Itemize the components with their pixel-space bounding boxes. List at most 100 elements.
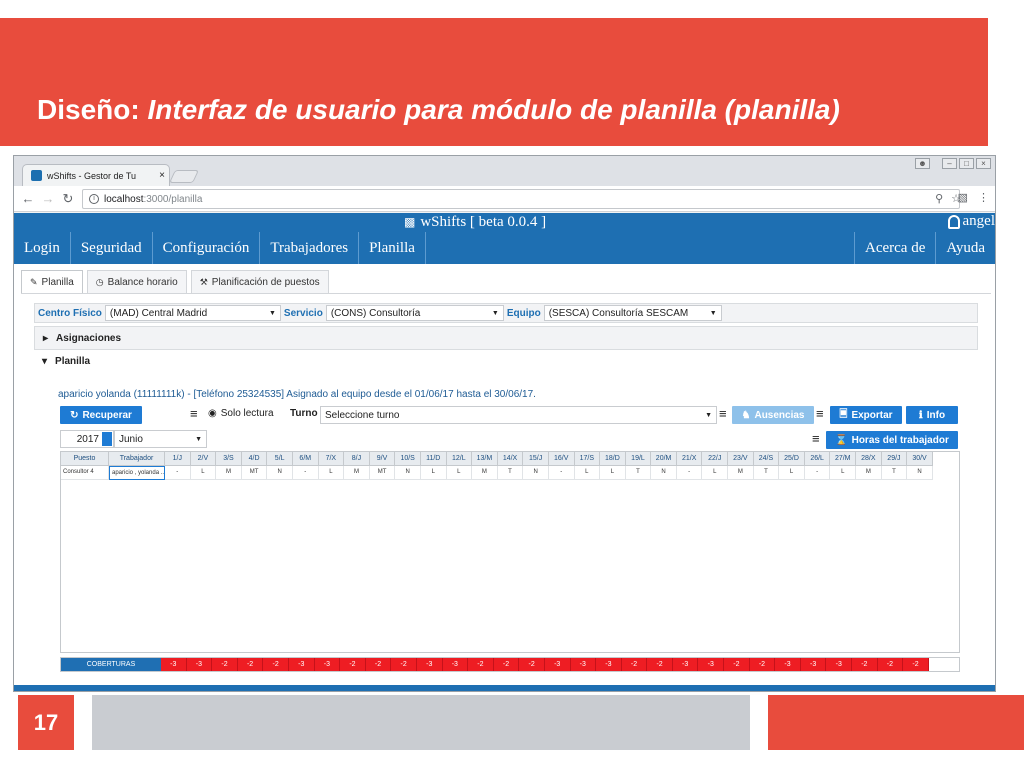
new-tab-button[interactable] — [168, 170, 200, 183]
header-day[interactable]: 1/J — [165, 452, 191, 466]
shift-cell[interactable]: N — [395, 466, 421, 480]
equipo-select[interactable]: (SESCA) Consultoría SESCAM ▼ — [543, 305, 722, 321]
header-day[interactable]: 6/M — [293, 452, 319, 466]
menu-login[interactable]: Login — [14, 232, 71, 264]
header-day[interactable]: 5/L — [267, 452, 293, 466]
back-arrow-icon[interactable]: ← — [20, 191, 36, 207]
shift-cell[interactable]: T — [498, 466, 524, 480]
header-day[interactable]: 9/V — [370, 452, 396, 466]
turno-select[interactable]: Seleccione turno ▼ — [320, 406, 717, 424]
shift-cell[interactable]: M — [856, 466, 882, 480]
cell-puesto[interactable]: Consultor 4 — [61, 466, 109, 480]
recuperar-button[interactable]: ↻ Recuperar — [60, 406, 142, 424]
shift-cell[interactable]: L — [319, 466, 345, 480]
address-bar[interactable]: i localhost:3000/planilla — [82, 189, 960, 209]
table-row[interactable]: Consultor 4 aparicio , yolanda ... - L M MT… — [61, 466, 933, 480]
header-day[interactable]: 7/X — [319, 452, 345, 466]
shift-cell[interactable]: T — [626, 466, 652, 480]
menu-ayuda[interactable]: Ayuda — [935, 232, 995, 264]
forward-arrow-icon[interactable]: → — [40, 191, 56, 207]
header-day[interactable]: 15/J — [523, 452, 549, 466]
shift-cell[interactable]: - — [677, 466, 703, 480]
header-day[interactable]: 19/L — [626, 452, 652, 466]
planilla-section-toggle[interactable]: ▾ Planilla — [42, 356, 90, 367]
header-trabajador[interactable]: Trabajador — [109, 452, 165, 466]
header-day[interactable]: 13/M — [472, 452, 498, 466]
app-brand[interactable]: ▩ wShifts [ beta 0.0.4 ] — [404, 214, 546, 231]
shift-cell[interactable]: N — [267, 466, 293, 480]
header-day[interactable]: 18/D — [600, 452, 626, 466]
profile-icon[interactable]: ☻ — [915, 158, 930, 169]
shift-cell[interactable]: - — [805, 466, 831, 480]
header-day[interactable]: 8/J — [344, 452, 370, 466]
header-day[interactable]: 30/V — [907, 452, 933, 466]
spinner-arrows-icon[interactable] — [102, 432, 112, 446]
shift-cell[interactable]: L — [830, 466, 857, 480]
menu-acerca-de[interactable]: Acerca de — [854, 232, 935, 264]
header-day[interactable]: 25/D — [779, 452, 805, 466]
shift-cell[interactable]: M — [728, 466, 754, 480]
site-info-icon[interactable]: i — [89, 194, 99, 204]
header-day[interactable]: 26/L — [805, 452, 831, 466]
hamburger-icon[interactable]: ≡ — [812, 431, 820, 447]
hamburger-icon[interactable]: ≡ — [816, 406, 824, 422]
kebab-menu-icon[interactable]: ⋮ — [978, 191, 989, 204]
header-day[interactable]: 4/D — [242, 452, 268, 466]
browser-tab[interactable]: wShifts - Gestor de Tu × — [22, 164, 170, 186]
header-day[interactable]: 21/X — [677, 452, 703, 466]
header-day[interactable]: 2/V — [191, 452, 217, 466]
header-day[interactable]: 28/X — [856, 452, 882, 466]
header-day[interactable]: 22/J — [702, 452, 729, 466]
menu-configuracion[interactable]: Configuración — [153, 232, 261, 264]
shift-cell[interactable]: L — [421, 466, 447, 480]
servicio-select[interactable]: (CONS) Consultoría ▼ — [325, 305, 504, 321]
tab-close-icon[interactable]: × — [155, 170, 169, 181]
menu-seguridad[interactable]: Seguridad — [71, 232, 153, 264]
shift-cell[interactable]: L — [447, 466, 473, 480]
minimize-icon[interactable]: – — [942, 158, 957, 169]
shift-cell[interactable]: - — [293, 466, 319, 480]
hamburger-icon[interactable]: ≡ — [190, 406, 198, 422]
header-puesto[interactable]: Puesto — [61, 452, 109, 466]
cell-trabajador[interactable]: aparicio , yolanda ... — [109, 466, 165, 480]
header-day[interactable]: 3/S — [216, 452, 242, 466]
reload-icon[interactable]: ↻ — [60, 191, 76, 207]
shift-cell[interactable]: L — [600, 466, 626, 480]
tab-balance-horario[interactable]: ◷ Balance horario — [86, 270, 187, 293]
menu-trabajadores[interactable]: Trabajadores — [260, 232, 360, 264]
header-day[interactable]: 16/V — [549, 452, 575, 466]
shift-cell[interactable]: T — [754, 466, 780, 480]
asignaciones-section-toggle[interactable]: ▸ Asignaciones — [34, 326, 978, 350]
shift-cell[interactable]: - — [549, 466, 575, 480]
header-day[interactable]: 12/L — [447, 452, 473, 466]
centro-fisico-select[interactable]: (MAD) Central Madrid ▼ — [104, 305, 281, 321]
exportar-button[interactable]: 🗏 Exportar — [830, 406, 902, 424]
shift-cell[interactable]: MT — [242, 466, 268, 480]
shift-cell[interactable]: M — [472, 466, 498, 480]
solo-lectura-toggle[interactable]: ◉ Solo lectura — [208, 408, 274, 419]
shift-cell[interactable]: N — [651, 466, 677, 480]
header-day[interactable]: 24/S — [754, 452, 780, 466]
extension-icon[interactable]: ▧ — [958, 191, 968, 204]
header-day[interactable]: 17/S — [575, 452, 601, 466]
shift-cell[interactable]: T — [882, 466, 908, 480]
month-select[interactable]: Junio ▼ — [114, 430, 207, 448]
hamburger-icon[interactable]: ≡ — [719, 406, 727, 422]
shift-cell[interactable]: L — [575, 466, 601, 480]
header-day[interactable]: 23/V — [728, 452, 754, 466]
header-day[interactable]: 20/M — [651, 452, 677, 466]
shift-cell[interactable]: N — [523, 466, 549, 480]
shift-cell[interactable]: - — [165, 466, 191, 480]
menu-planilla[interactable]: Planilla — [359, 232, 426, 264]
shift-cell[interactable]: L — [191, 466, 217, 480]
shift-cell[interactable]: N — [907, 466, 933, 480]
shift-cell[interactable]: MT — [370, 466, 396, 480]
year-stepper[interactable]: 2017 — [60, 430, 114, 448]
header-day[interactable]: 10/S — [395, 452, 421, 466]
ausencias-button[interactable]: ♞ Ausencias — [732, 406, 814, 424]
shift-cell[interactable]: M — [344, 466, 370, 480]
user-menu[interactable]: angel — [947, 213, 995, 230]
header-day[interactable]: 11/D — [421, 452, 447, 466]
tab-planilla[interactable]: ✎ Planilla — [21, 270, 83, 293]
shift-cell[interactable]: L — [702, 466, 729, 480]
